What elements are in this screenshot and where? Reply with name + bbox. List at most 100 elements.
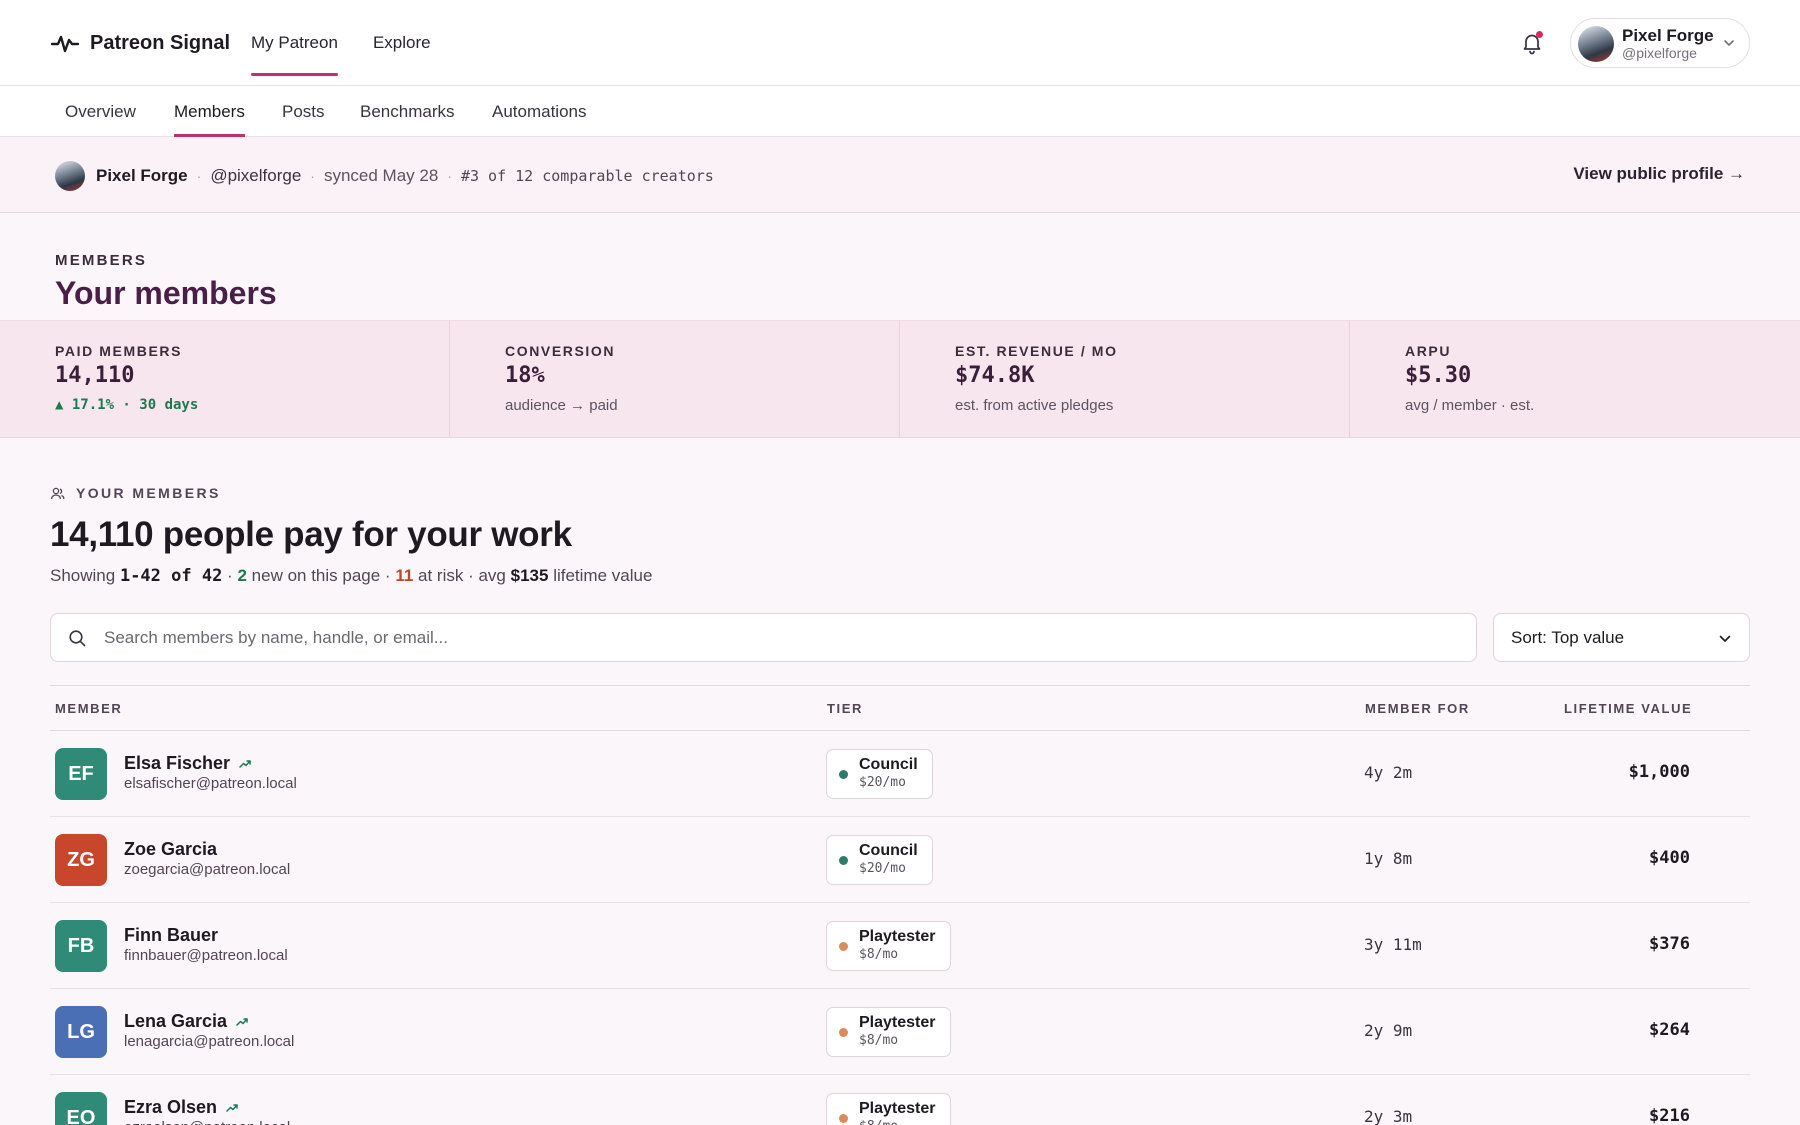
- table-row[interactable]: FB Finn Bauer finnbauer@patreon.local Playt…: [50, 903, 1750, 989]
- nav-explore[interactable]: Explore: [373, 0, 431, 86]
- members-table-header: MEMBER TIER MEMBER FOR LIFETIME VALUE: [50, 685, 1750, 731]
- member-search[interactable]: [50, 613, 1477, 662]
- member-for: 2y 3m: [1364, 1107, 1413, 1125]
- showing-summary: Showing 1-42 of 42 · 2 new on this page …: [50, 566, 652, 586]
- tier-name: Playtester: [859, 928, 936, 945]
- lifetime-value: $1,000: [1628, 762, 1690, 782]
- chevron-down-icon: [1724, 40, 1734, 46]
- column-member-for[interactable]: MEMBER FOR: [1365, 701, 1470, 716]
- ltv-text: lifetime value: [553, 566, 653, 585]
- tier-price: $8/mo: [859, 1033, 899, 1048]
- stats-band: PAID MEMBERS 14,110 ▲ 17.1% · 30 days CO…: [0, 320, 1800, 438]
- pulse-logo-icon: [50, 35, 80, 53]
- account-menu[interactable]: Pixel Forge @pixelforge: [1570, 18, 1750, 68]
- new-count: 2: [237, 566, 247, 585]
- tier-price: $8/mo: [859, 1119, 936, 1125]
- stat-conversion: CONVERSION 18% audience → paid: [450, 321, 900, 437]
- column-lifetime-value[interactable]: LIFETIME VALUE: [1564, 701, 1692, 716]
- tier-badge[interactable]: Council $20/mo: [826, 749, 933, 799]
- member-name: Zoe Garcia: [124, 839, 218, 859]
- account-name: Pixel Forge: [1622, 26, 1714, 45]
- tier-name: Council: [859, 842, 918, 859]
- stat-subtext: audience → paid: [505, 397, 618, 414]
- section-eyebrow-label: YOUR MEMBERS: [76, 485, 221, 501]
- notifications-button[interactable]: [1521, 31, 1543, 55]
- tab-automations[interactable]: Automations: [492, 86, 587, 137]
- lifetime-value: $376: [1649, 934, 1690, 954]
- account-handle: @pixelforge: [1622, 45, 1697, 61]
- member-name: Elsa Fischer: [124, 753, 231, 773]
- page-eyebrow: MEMBERS: [55, 252, 148, 269]
- tier-dot: [839, 1114, 848, 1123]
- member-for: 2y 9m: [1364, 1021, 1413, 1040]
- tier-badge[interactable]: Playtester $8/mo: [826, 1093, 951, 1125]
- member-name: Finn Bauer: [124, 925, 219, 945]
- member-name-line: Lena Garcia: [124, 1011, 248, 1032]
- tier-badge[interactable]: Council $20/mo: [826, 835, 933, 885]
- stat-value: 14,110: [55, 363, 135, 388]
- lifetime-value: $400: [1649, 848, 1690, 868]
- member-name-line: Zoe Garcia: [124, 839, 217, 860]
- member-name-line: Elsa Fischer: [124, 753, 251, 774]
- member-name-line: Finn Bauer: [124, 925, 218, 946]
- account-avatar: [1578, 26, 1614, 62]
- member-avatar: EF: [55, 748, 107, 800]
- members-headline: 14,110 people pay for your work: [50, 515, 572, 554]
- tier-name: Playtester: [859, 1100, 936, 1117]
- trending-up-icon: [236, 1017, 248, 1026]
- search-input[interactable]: [104, 614, 1464, 661]
- sub-nav: Overview Members Posts Benchmarks Automa…: [0, 86, 1800, 137]
- users-icon: [50, 487, 65, 499]
- sort-label: Sort: Top value: [1511, 628, 1625, 647]
- stat-label: PAID MEMBERS: [55, 343, 183, 359]
- stat-revenue: EST. REVENUE / MO $74.8K est. from activ…: [900, 321, 1350, 437]
- member-email: finnbauer@patreon.local: [124, 947, 288, 964]
- risk-text: at risk · avg: [418, 566, 506, 585]
- member-avatar: FB: [55, 920, 107, 972]
- member-avatar: EO: [55, 1092, 107, 1125]
- creator-strip: Pixel Forge · @pixelforge · synced May 2…: [0, 137, 1800, 213]
- brand[interactable]: Patreon Signal: [50, 28, 230, 58]
- lifetime-value: $264: [1649, 1020, 1690, 1040]
- tier-badge[interactable]: Playtester $8/mo: [826, 1007, 951, 1057]
- tab-members[interactable]: Members: [174, 86, 245, 137]
- table-row[interactable]: EF Elsa Fischer elsafischer@patreon.local C…: [50, 731, 1750, 817]
- tab-overview[interactable]: Overview: [65, 86, 136, 137]
- member-for: 1y 8m: [1364, 849, 1413, 868]
- stat-value: $74.8K: [955, 363, 1035, 388]
- stat-arpu: ARPU $5.30 avg / member · est.: [1350, 321, 1800, 437]
- stat-label: CONVERSION: [505, 343, 616, 359]
- stat-label: EST. REVENUE / MO: [955, 343, 1118, 359]
- stat-subtext: est. from active pledges: [955, 397, 1114, 414]
- tier-badge[interactable]: Playtester $8/mo: [826, 921, 951, 971]
- separator-dot: ·: [310, 168, 315, 184]
- table-row[interactable]: EO Ezra Olsen ezraolsen@patreon.local Playt…: [50, 1075, 1750, 1125]
- separator-dot: ·: [227, 566, 233, 585]
- notification-dot: [1536, 31, 1543, 38]
- sort-select[interactable]: Sort: Top value: [1493, 613, 1750, 662]
- member-email: ezraolsen@patreon.local: [124, 1119, 290, 1125]
- view-public-profile-link[interactable]: View public profile →: [1573, 164, 1745, 184]
- stat-value: $5.30: [1405, 363, 1472, 388]
- tab-posts[interactable]: Posts: [282, 86, 325, 137]
- page-title: Your members: [55, 275, 277, 311]
- table-row[interactable]: LG Lena Garcia lenagarcia@patreon.local Pla…: [50, 989, 1750, 1075]
- member-name: Ezra Olsen: [124, 1097, 218, 1117]
- column-member[interactable]: MEMBER: [55, 701, 122, 716]
- nav-my-patreon[interactable]: My Patreon: [251, 0, 338, 86]
- tier-price: $8/mo: [859, 947, 899, 962]
- new-text: new on this page ·: [251, 566, 391, 585]
- table-row[interactable]: ZG Zoe Garcia zoegarcia@patreon.local Counc…: [50, 817, 1750, 903]
- tier-dot: [839, 942, 848, 951]
- member-email: elsafischer@patreon.local: [124, 775, 297, 792]
- stat-label: ARPU: [1405, 343, 1452, 359]
- showing-prefix: Showing: [50, 566, 116, 585]
- member-for: 4y 2m: [1364, 763, 1413, 782]
- tier-name: Playtester: [859, 1014, 936, 1031]
- tab-benchmarks[interactable]: Benchmarks: [360, 86, 454, 137]
- tier-price: $20/mo: [859, 775, 906, 790]
- sync-status: synced May 28: [323, 166, 439, 185]
- column-tier[interactable]: TIER: [827, 701, 863, 716]
- stat-paid-members: PAID MEMBERS 14,110 ▲ 17.1% · 30 days: [0, 321, 450, 437]
- creator-meta: Pixel Forge · @pixelforge · synced May 2…: [96, 164, 714, 188]
